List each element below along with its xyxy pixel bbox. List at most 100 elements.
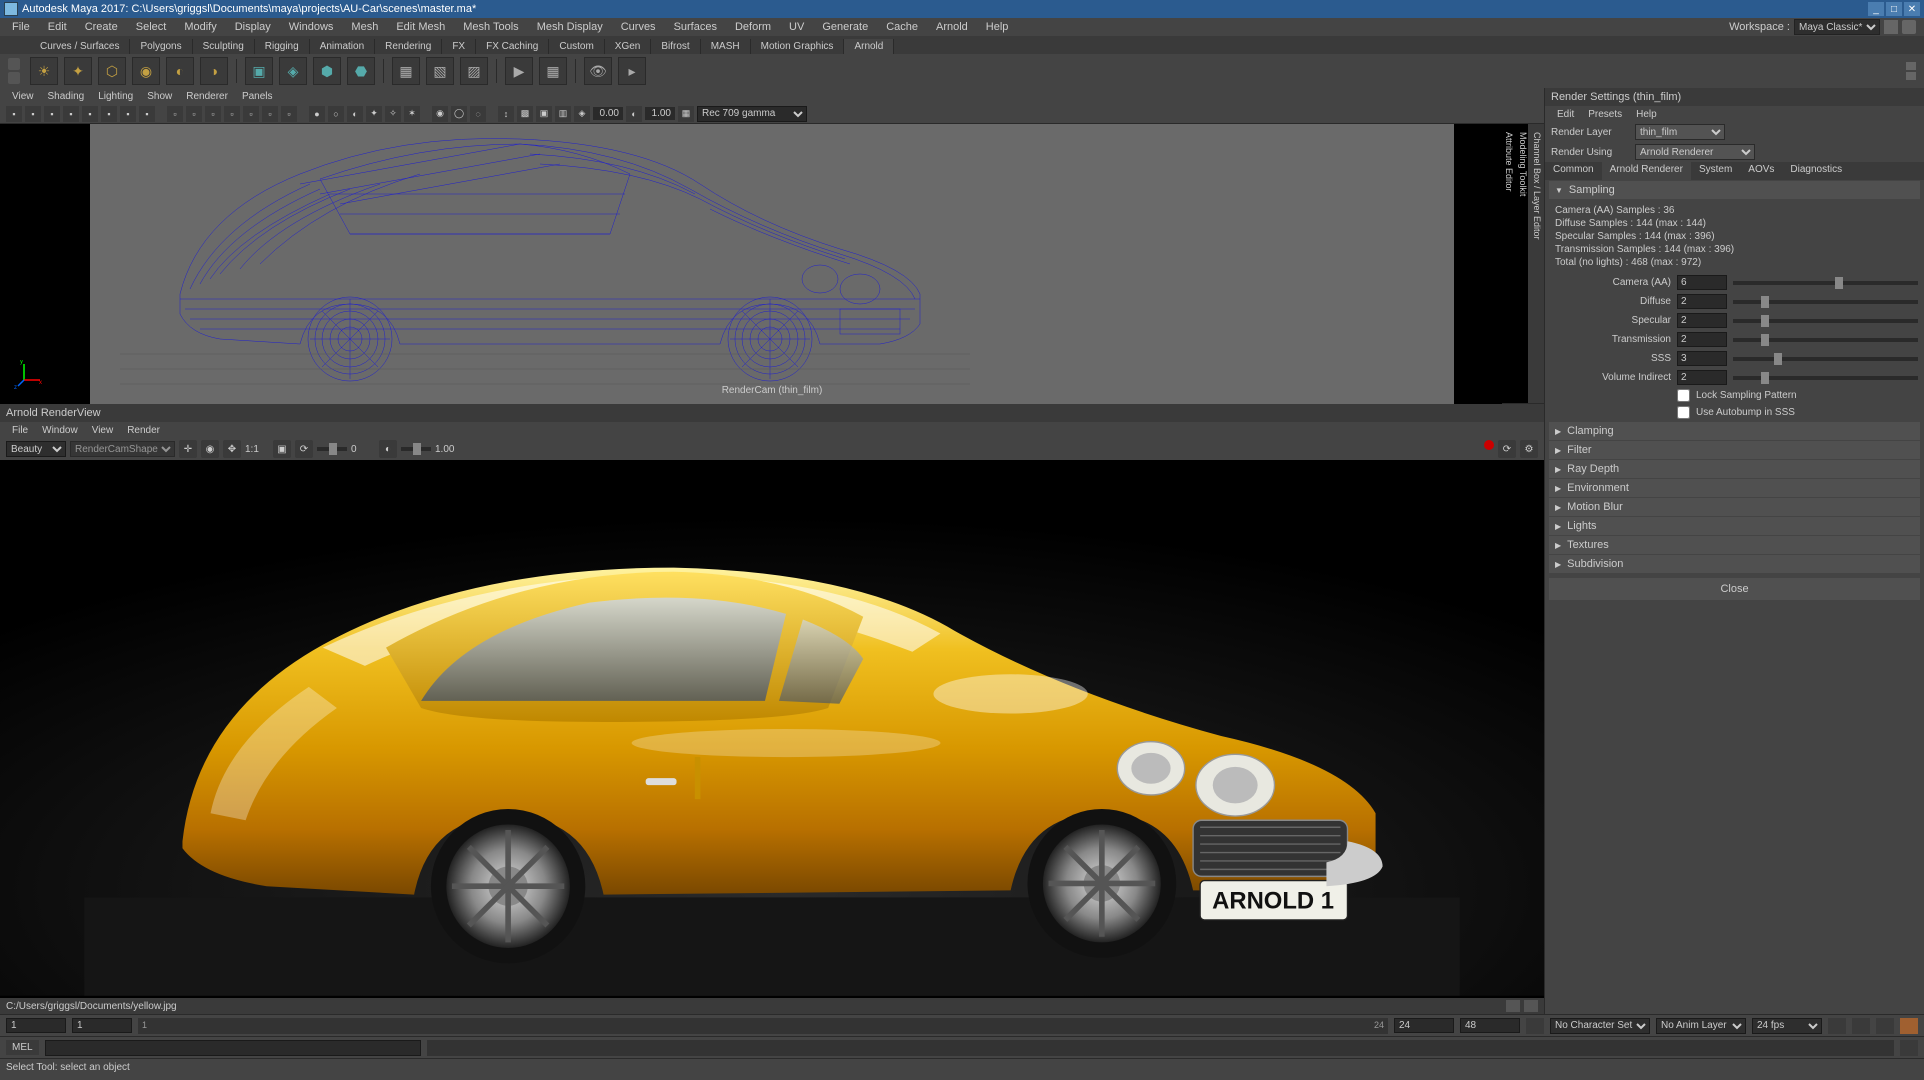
param-input[interactable] bbox=[1677, 332, 1727, 347]
render-view[interactable]: ARNOLD 1 bbox=[0, 460, 1544, 998]
vp-menu-panels[interactable]: Panels bbox=[236, 90, 279, 103]
shelf-opt-icon[interactable] bbox=[8, 72, 20, 84]
charset-select[interactable]: No Character Set bbox=[1550, 1018, 1650, 1034]
vtab-channelbox[interactable]: Channel Box / Layer Editor bbox=[1530, 124, 1544, 404]
chevron-down-icon[interactable] bbox=[1524, 1000, 1538, 1012]
flush-all-icon[interactable]: ▨ bbox=[460, 57, 488, 85]
gamma-icon[interactable]: ◐ bbox=[379, 440, 397, 458]
procedural-icon[interactable]: ⬣ bbox=[347, 57, 375, 85]
sidebar-toggle-icon[interactable] bbox=[1884, 20, 1898, 34]
menu-create[interactable]: Create bbox=[77, 19, 126, 35]
curve-collector-icon[interactable]: ◈ bbox=[279, 57, 307, 85]
arnold-menu-view[interactable]: View bbox=[86, 424, 120, 437]
menu-meshtools[interactable]: Mesh Tools bbox=[455, 19, 526, 35]
vp-tool-icon[interactable]: ◌ bbox=[470, 106, 486, 122]
photometric-light-icon[interactable]: ◉ bbox=[132, 57, 160, 85]
camera-select[interactable]: RenderCamShape bbox=[70, 441, 175, 457]
vp-tool-icon[interactable]: ▪ bbox=[139, 106, 155, 122]
range-slider-icon[interactable] bbox=[1526, 1018, 1544, 1034]
autobump-checkbox[interactable] bbox=[1677, 406, 1690, 419]
eye-icon[interactable] bbox=[1506, 1000, 1520, 1012]
vp-tool-icon[interactable]: ▪ bbox=[63, 106, 79, 122]
exposure-b[interactable]: 1.00 bbox=[645, 107, 675, 120]
loop-icon[interactable] bbox=[1828, 1018, 1846, 1034]
tab-common[interactable]: Common bbox=[1545, 162, 1602, 180]
shelf-tab[interactable]: FX bbox=[442, 39, 476, 54]
arnold-menu-file[interactable]: File bbox=[6, 424, 34, 437]
vp-tool-icon[interactable]: ✧ bbox=[385, 106, 401, 122]
vp-tool-icon[interactable]: ▫ bbox=[243, 106, 259, 122]
menu-surfaces[interactable]: Surfaces bbox=[666, 19, 725, 35]
workspace-select[interactable]: Maya Classic* bbox=[1794, 19, 1880, 35]
autokey-icon[interactable] bbox=[1852, 1018, 1870, 1034]
vp-tool-icon[interactable]: ◯ bbox=[451, 106, 467, 122]
render-icon[interactable]: ▶ bbox=[505, 57, 533, 85]
scroll-up-icon[interactable] bbox=[1906, 62, 1916, 70]
animlayer-select[interactable]: No Anim Layer bbox=[1656, 1018, 1746, 1034]
start-frame-input[interactable] bbox=[72, 1018, 132, 1033]
param-slider[interactable] bbox=[1733, 376, 1918, 380]
param-slider[interactable] bbox=[1733, 357, 1918, 361]
shelf-tab[interactable]: XGen bbox=[605, 39, 652, 54]
vp-menu-view[interactable]: View bbox=[6, 90, 40, 103]
vp-tool-icon[interactable]: ▫ bbox=[186, 106, 202, 122]
vp-tool-icon[interactable]: ◐ bbox=[347, 106, 363, 122]
tab-aovs[interactable]: AOVs bbox=[1740, 162, 1782, 180]
close-button[interactable]: Close bbox=[1549, 578, 1920, 600]
section-environment[interactable]: ▶Environment bbox=[1549, 479, 1920, 497]
menu-generate[interactable]: Generate bbox=[814, 19, 876, 35]
lock-sampling-checkbox[interactable] bbox=[1677, 389, 1690, 402]
vp-tool-icon[interactable]: ↕ bbox=[498, 106, 514, 122]
menu-edit[interactable]: Edit bbox=[40, 19, 75, 35]
range-start-input[interactable] bbox=[6, 1018, 66, 1033]
menu-meshdisplay[interactable]: Mesh Display bbox=[529, 19, 611, 35]
vp-tool-icon[interactable]: ▫ bbox=[224, 106, 240, 122]
shelf-tab[interactable]: Rendering bbox=[375, 39, 442, 54]
tx-manager-icon[interactable]: ▦ bbox=[392, 57, 420, 85]
fps-select[interactable]: 24 fps bbox=[1752, 1018, 1822, 1034]
param-slider[interactable] bbox=[1733, 300, 1918, 304]
menu-editmesh[interactable]: Edit Mesh bbox=[388, 19, 453, 35]
rs-menu-presets[interactable]: Presets bbox=[1582, 108, 1628, 121]
vtab-modeling[interactable]: Modeling Toolkit bbox=[1516, 124, 1530, 404]
shelf-tab[interactable]: FX Caching bbox=[476, 39, 549, 54]
menu-file[interactable]: File bbox=[4, 19, 38, 35]
area-light-icon[interactable]: ☀ bbox=[30, 57, 58, 85]
standin-icon[interactable]: ▣ bbox=[245, 57, 273, 85]
vp-tool-icon[interactable]: ▫ bbox=[205, 106, 221, 122]
vtab-attribute[interactable]: Attribute Editor bbox=[1502, 124, 1516, 404]
keytick-icon[interactable] bbox=[1876, 1018, 1894, 1034]
section-lights[interactable]: ▶Lights bbox=[1549, 517, 1920, 535]
render-using-select[interactable]: Arnold Renderer bbox=[1635, 144, 1755, 160]
refresh-icon[interactable]: ⟳ bbox=[295, 440, 313, 458]
shelf-tab-active[interactable]: Arnold bbox=[844, 39, 894, 54]
menu-uv[interactable]: UV bbox=[781, 19, 812, 35]
menu-arnold[interactable]: Arnold bbox=[928, 19, 976, 35]
param-input[interactable] bbox=[1677, 351, 1727, 366]
vp-tool-icon[interactable]: ▪ bbox=[82, 106, 98, 122]
vp-menu-renderer[interactable]: Renderer bbox=[180, 90, 234, 103]
vp-tool-icon[interactable]: ▫ bbox=[167, 106, 183, 122]
section-sampling[interactable]: ▼ Sampling bbox=[1549, 181, 1920, 199]
vp-tool-icon[interactable]: ● bbox=[309, 106, 325, 122]
gamma-select[interactable]: Rec 709 gamma bbox=[697, 106, 807, 122]
vp-tool-icon[interactable]: ▫ bbox=[262, 106, 278, 122]
menu-curves[interactable]: Curves bbox=[613, 19, 664, 35]
shelf-tab[interactable]: Custom bbox=[549, 39, 604, 54]
menu-cache[interactable]: Cache bbox=[878, 19, 926, 35]
scroll-down-icon[interactable] bbox=[1906, 72, 1916, 80]
prefs-icon[interactable] bbox=[1900, 1018, 1918, 1034]
snapshot-icon[interactable]: ▣ bbox=[273, 440, 291, 458]
menu-display[interactable]: Display bbox=[227, 19, 279, 35]
shelf-opt-icon[interactable] bbox=[8, 58, 20, 70]
tab-system[interactable]: System bbox=[1691, 162, 1740, 180]
exposure-a[interactable]: 0.00 bbox=[593, 107, 623, 120]
section-textures[interactable]: ▶Textures bbox=[1549, 536, 1920, 554]
shelf-tab[interactable]: Curves / Surfaces bbox=[30, 39, 130, 54]
renderview-icon[interactable]: 👁 bbox=[584, 57, 612, 85]
script-editor-icon[interactable] bbox=[1900, 1040, 1918, 1056]
param-input[interactable] bbox=[1677, 294, 1727, 309]
param-slider[interactable] bbox=[1733, 338, 1918, 342]
vp-tool-icon[interactable]: ▩ bbox=[517, 106, 533, 122]
exposure-slider[interactable] bbox=[317, 447, 347, 451]
